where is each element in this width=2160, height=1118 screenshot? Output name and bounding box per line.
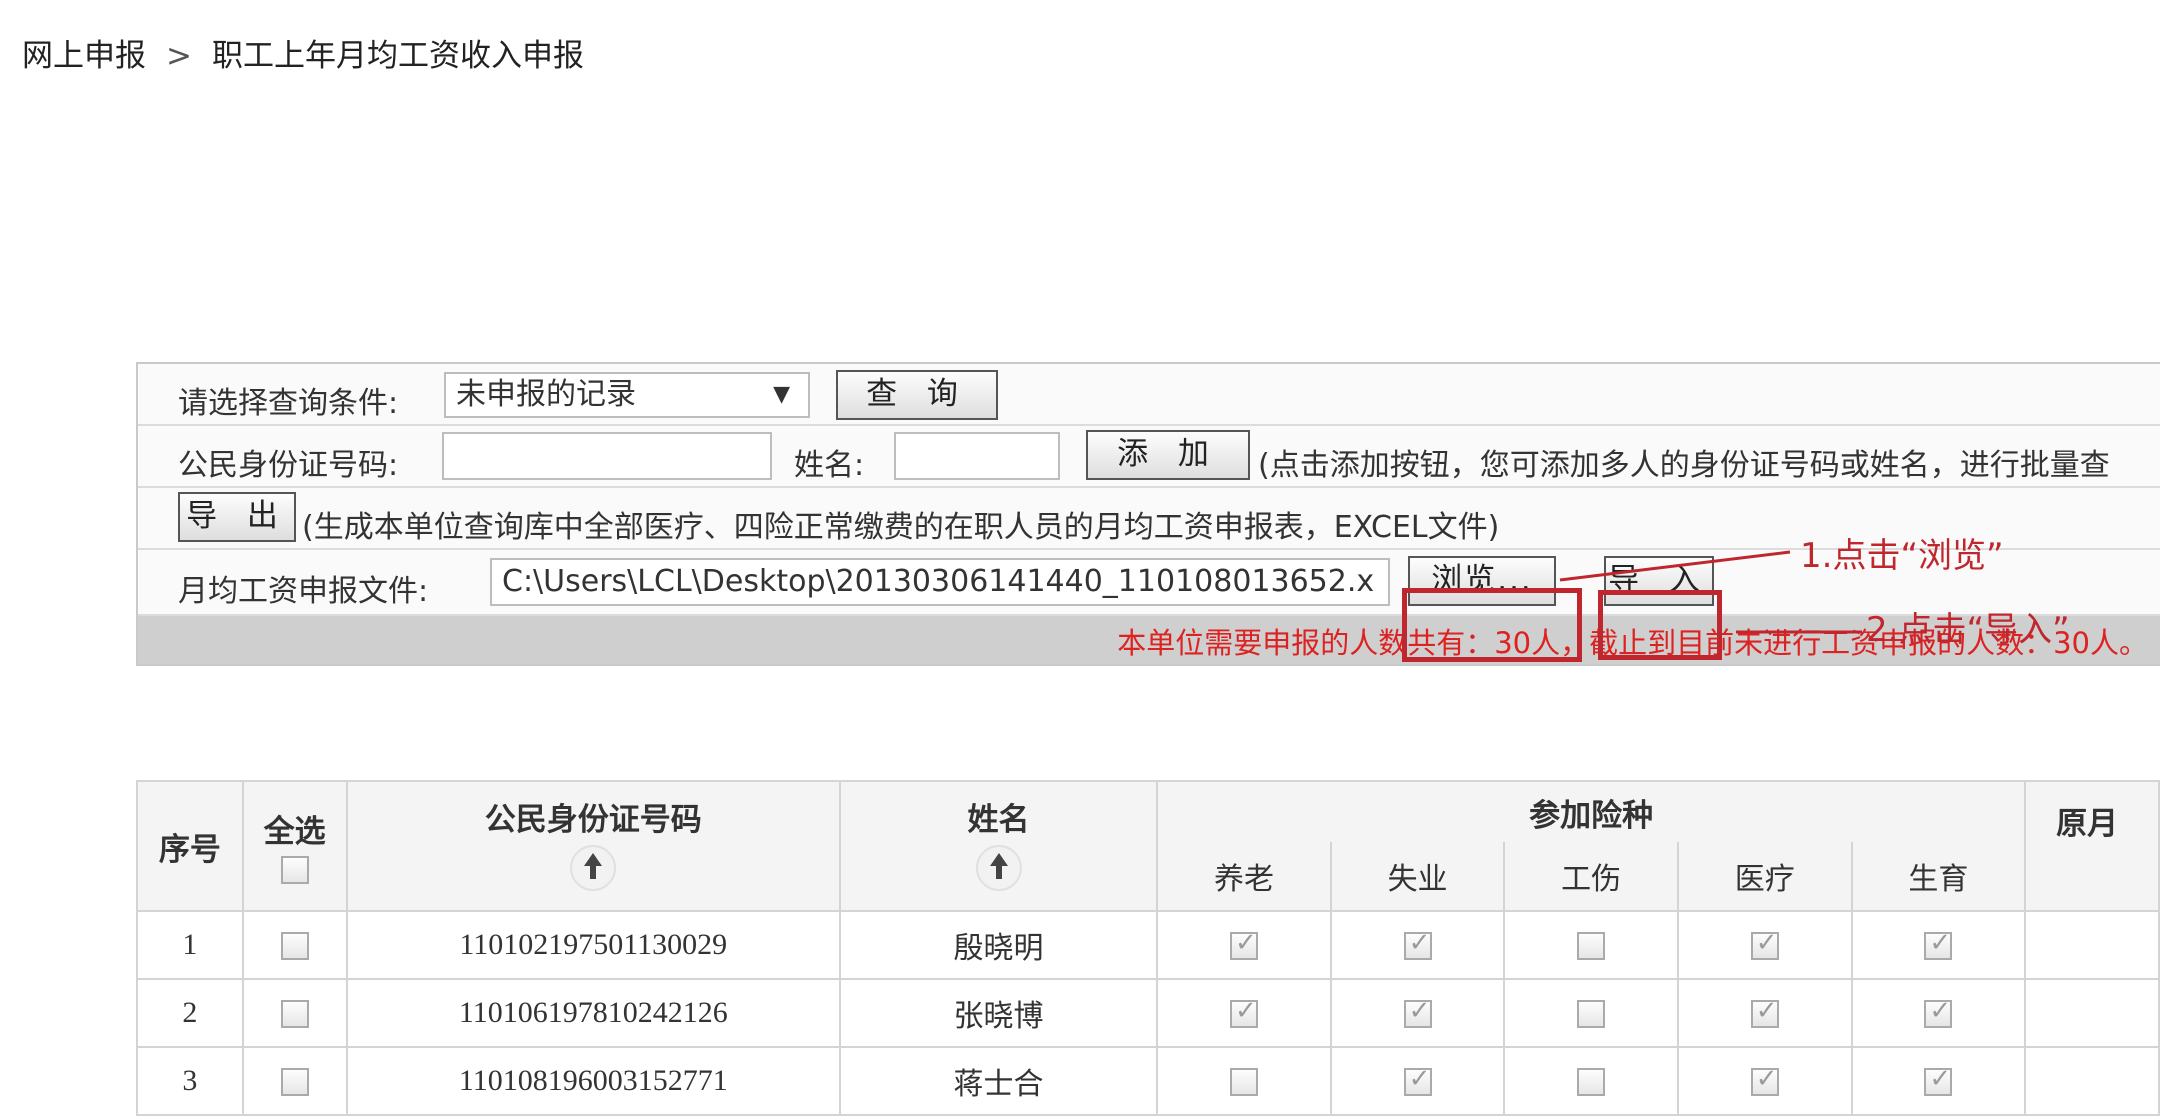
row-name: 张晓博: [838, 978, 1159, 1048]
col-original-header: 原月: [2024, 780, 2160, 912]
row-index: 3: [136, 1046, 244, 1116]
row-insurance-cell: [1156, 978, 1332, 1048]
sort-up-icon[interactable]: [975, 844, 1022, 891]
insurance-checkbox[interactable]: [1750, 1064, 1779, 1096]
row-name: 蒋士合: [838, 1046, 1159, 1116]
insurance-checkbox[interactable]: [1229, 996, 1258, 1028]
insurance-checkbox[interactable]: [1750, 996, 1779, 1028]
select-all-checkbox[interactable]: [280, 856, 309, 884]
annotation-step1: 1.点击“浏览”: [1800, 536, 2004, 576]
table-row: 2 110106197810242126 张晓博: [136, 978, 2160, 1048]
table-row: 1 110102197501130029 殷晓明: [136, 910, 2160, 980]
col-name-header: 姓名: [838, 780, 1159, 912]
row-index: 1: [136, 910, 244, 980]
col-id-header: 公民身份证号码: [345, 780, 841, 912]
insurance-checkbox[interactable]: [1577, 1000, 1606, 1028]
col-insurance-header: 参加险种: [1156, 780, 2027, 842]
row-insurance-cell: [1676, 1046, 1853, 1116]
row-original-cell: [2024, 910, 2160, 980]
row-insurance-cell: [1676, 978, 1853, 1048]
row-select-cell: [241, 1046, 348, 1116]
row-insurance-cell: [1329, 910, 1506, 980]
row-insurance-cell: [1503, 978, 1679, 1048]
row-insurance-cell: [1329, 1046, 1506, 1116]
row-name: 殷晓明: [838, 910, 1159, 980]
insurance-checkbox[interactable]: [1403, 1064, 1432, 1096]
row-select-checkbox[interactable]: [280, 1000, 309, 1028]
col-medical-header: 医疗: [1676, 842, 1853, 912]
insurance-checkbox[interactable]: [1924, 1064, 1953, 1096]
insurance-checkbox[interactable]: [1403, 996, 1432, 1028]
insurance-checkbox[interactable]: [1750, 928, 1779, 960]
row-index: 2: [136, 978, 244, 1048]
insurance-checkbox[interactable]: [1229, 1068, 1258, 1096]
row-id-number: 110102197501130029: [345, 910, 841, 980]
row-insurance-cell: [1850, 978, 2027, 1048]
table-header-row: 序号 全选 公民身份证号码 姓名 参加险种 原月: [136, 780, 2160, 912]
insurance-checkbox[interactable]: [1229, 928, 1258, 960]
col-injury-header: 工伤: [1503, 842, 1679, 912]
row-id-number: 110106197810242126: [345, 978, 841, 1048]
row-insurance-cell: [1329, 978, 1506, 1048]
row-insurance-cell: [1156, 1046, 1332, 1116]
select-all-label: 全选: [263, 813, 326, 850]
row-insurance-cell: [1850, 910, 2027, 980]
table-body: 1 110102197501130029殷晓明 2 11010619781024212…: [136, 910, 2160, 1116]
col-pension-header: 养老: [1156, 842, 1332, 912]
row-insurance-cell: [1676, 910, 1853, 980]
row-insurance-cell: [1503, 910, 1679, 980]
col-name-label: 姓名: [967, 801, 1030, 838]
salary-table: 序号 全选 公民身份证号码 姓名 参加险种 原月 养老 失业 工伤 医疗 生育 …: [136, 780, 2160, 1116]
annotation-step2: 2.点击“导入”: [1866, 610, 2070, 650]
col-maternity-header: 生育: [1850, 842, 2027, 912]
row-select-checkbox[interactable]: [280, 932, 309, 960]
sort-up-icon[interactable]: [570, 844, 617, 891]
row-insurance-cell: [1156, 910, 1332, 980]
insurance-checkbox[interactable]: [1577, 932, 1606, 960]
col-id-label: 公民身份证号码: [484, 801, 702, 838]
annotation-line-1: [1559, 550, 1791, 582]
row-id-number: 110108196003152771: [345, 1046, 841, 1116]
col-select-all-header: 全选: [241, 780, 348, 912]
insurance-checkbox[interactable]: [1924, 996, 1953, 1028]
insurance-checkbox[interactable]: [1403, 928, 1432, 960]
table-row: 3 110108196003152771 蒋士合: [136, 1046, 2160, 1116]
insurance-checkbox[interactable]: [1924, 928, 1953, 960]
row-select-cell: [241, 978, 348, 1048]
row-original-cell: [2024, 1046, 2160, 1116]
col-index-header: 序号: [136, 780, 244, 912]
row-insurance-cell: [1850, 1046, 2027, 1116]
row-original-cell: [2024, 978, 2160, 1048]
insurance-checkbox[interactable]: [1577, 1068, 1606, 1096]
row-select-checkbox[interactable]: [280, 1068, 309, 1096]
row-insurance-cell: [1503, 1046, 1679, 1116]
col-unemployment-header: 失业: [1329, 842, 1506, 912]
row-select-cell: [241, 910, 348, 980]
